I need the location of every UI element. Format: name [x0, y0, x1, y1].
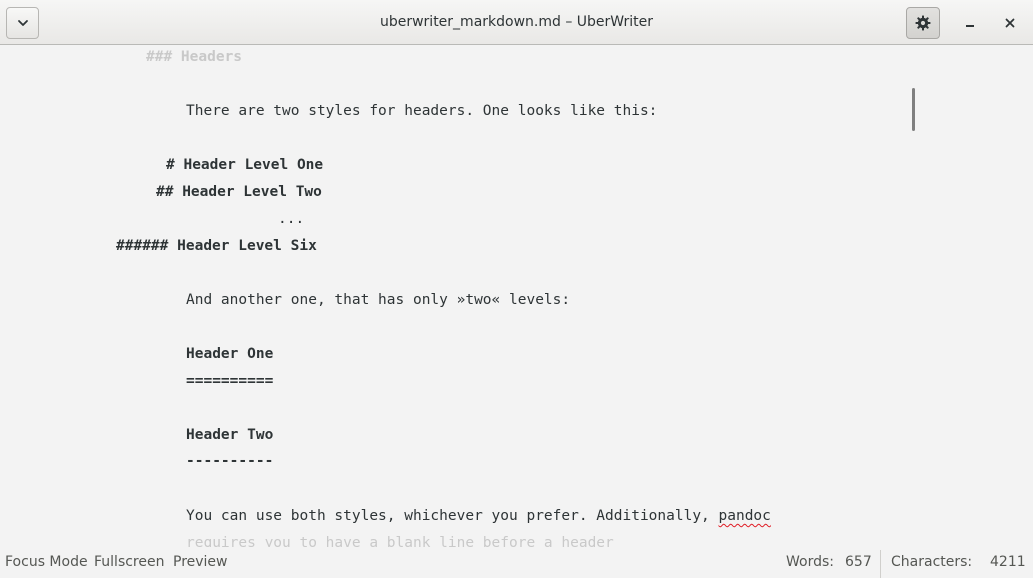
fullscreen-toggle[interactable]: Fullscreen — [94, 553, 164, 571]
setext-header-one-underline: ========== — [186, 373, 274, 389]
characters-label: Characters: — [891, 554, 973, 570]
scrollbar-thumb[interactable] — [912, 88, 915, 131]
header-level-one-line: # Header Level One — [166, 155, 323, 175]
minimize-button[interactable] — [956, 8, 984, 38]
menu-button[interactable] — [6, 7, 39, 39]
paragraph-line-partial: requires you to have a blank line before… — [186, 535, 614, 547]
focus-mode-toggle[interactable]: Focus Mode — [5, 553, 88, 571]
heading-text: Header Level Six — [177, 238, 317, 254]
heading-text: Header Level Two — [182, 184, 322, 200]
misspelled-word[interactable]: pandoc — [719, 508, 771, 524]
heading-text: Header Level One — [183, 157, 324, 173]
window-title: uberwriter_markdown.md – UberWriter — [379, 14, 654, 30]
setext-header-two-underline: ---------- — [186, 453, 274, 469]
setext-header-one-text: Header One — [186, 346, 274, 362]
header-level-six-line: ###### Header Level Six — [116, 236, 317, 256]
heading-marker: ###### — [116, 238, 169, 254]
status-separator — [880, 550, 881, 578]
header-level-two-line: ## Header Level Two — [156, 182, 322, 202]
ellipsis-line: ... — [278, 211, 305, 227]
paragraph-text: You can use both styles, whichever you p… — [186, 508, 719, 524]
heading-marker: ## — [156, 184, 174, 200]
paragraph-line: There are two styles for headers. One lo… — [186, 103, 658, 119]
words-count: 657 — [845, 554, 872, 570]
paragraph-line: And another one, that has only »two« lev… — [186, 292, 571, 308]
settings-button[interactable] — [906, 7, 940, 39]
words-label: Words: — [786, 554, 834, 570]
heading-marker: # — [166, 157, 175, 173]
status-bar: Focus Mode Fullscreen Preview Words: 657… — [0, 547, 1033, 578]
markdown-editor[interactable]: ### Headers There are two styles for hea… — [0, 46, 1033, 547]
minimize-icon — [966, 25, 974, 27]
header-bar: uberwriter_markdown.md – UberWriter — [0, 0, 1033, 45]
setext-header-two-text: Header Two — [186, 427, 274, 443]
chevron-down-icon — [17, 20, 28, 26]
characters-count: 4211 — [990, 554, 1026, 570]
paragraph-line: You can use both styles, whichever you p… — [186, 506, 771, 526]
close-icon — [1005, 18, 1015, 28]
heading-line-partial: ### Headers — [146, 49, 243, 65]
gear-icon — [915, 15, 931, 31]
close-button[interactable] — [996, 8, 1024, 38]
preview-toggle[interactable]: Preview — [173, 553, 228, 571]
